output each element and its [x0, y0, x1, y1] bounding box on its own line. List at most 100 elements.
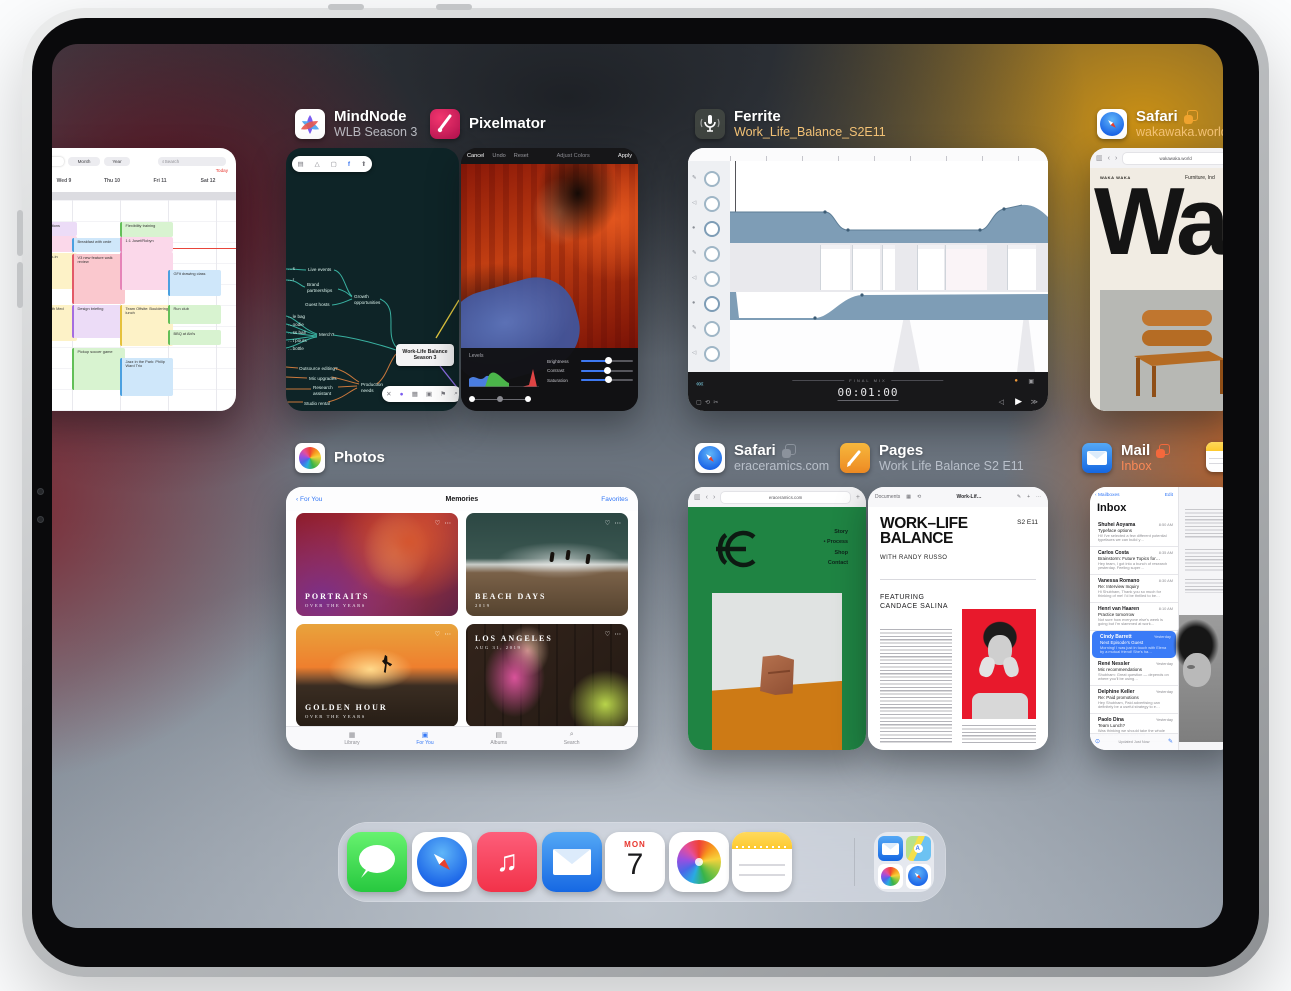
safari-icon [1097, 109, 1127, 139]
calendar-event: GFit drawing class [168, 270, 221, 296]
monitor-icon: ▣ [1028, 378, 1034, 385]
dock-music-icon[interactable]: ♫ [477, 832, 537, 892]
era-page: Story• ProcessShopContact [688, 507, 866, 750]
label-ferrite[interactable]: Ferrite Work_Life_Balance_S2E11 [695, 108, 886, 140]
message-preview: Hi Shubham, Thank you so much for thinki… [1098, 590, 1173, 600]
dock-photos-icon[interactable] [669, 832, 729, 892]
timecode: 00:01:00 [838, 386, 899, 401]
pages-toolbar: Documents ▦⟲ Work-Lif… ✎+⋯ [868, 487, 1048, 508]
calendar-today-button: Today [216, 168, 228, 173]
grid-icon: ▤ [298, 160, 304, 168]
body-text-col2 [962, 725, 1036, 743]
calendar-day-header: Fri 11 [136, 178, 184, 191]
record-icon: ● [1014, 378, 1018, 384]
mail-list-item: Carlos Costa8:35 AMBrainstorm: Future To… [1090, 547, 1178, 575]
window-safari-waka[interactable]: ▥ ‹ › wakawaka.world WAKA WAKA Furniture… [1090, 148, 1223, 411]
cancel-button: Cancel [467, 153, 484, 159]
multi-window-badge-icon [1184, 110, 1198, 124]
message-preview: Hi! I've selected a few different potent… [1098, 534, 1173, 544]
notes-icon-partial[interactable] [1206, 442, 1223, 472]
sensor-dot-icon [37, 516, 44, 523]
label-pixelmator[interactable]: Pixelmator [430, 108, 546, 140]
memories-grid: ♡⋯PORTRAITSOVER THE YEARS♡⋯BEACH DAYS201… [296, 513, 628, 727]
label-mail[interactable]: Mail Inbox [1082, 442, 1170, 474]
app-subtitle: wakawaka.world [1136, 125, 1223, 139]
window-ferrite[interactable]: ✎◁●✎◁●✎◁ [688, 148, 1048, 411]
node-color-icon: ● [400, 391, 404, 398]
mindmap-nodes: …s…rLive eventsBrand partnershipsGuest h… [286, 148, 459, 411]
card-caption: GOLDEN HOUROVER THE YEARS [305, 703, 388, 719]
mail-list-item: Vanessa Romano8:30 AMRe: Interview Inqui… [1090, 575, 1178, 603]
audio-clip [917, 245, 944, 290]
play-icon: ▶ [1015, 396, 1022, 407]
mindmap-node: …oodie [288, 322, 304, 328]
memory-card: ♡⋯BEACH DAYS2019 [466, 513, 628, 616]
calendar-event: Run club [168, 305, 221, 324]
memory-subtitle: AUG 31, 2019 [475, 645, 553, 650]
calendar-view-week [52, 157, 64, 166]
window-mindnode[interactable]: …s…rLive eventsBrand partnershipsGuest h… [286, 148, 459, 411]
more-icon: ⋯ [1036, 494, 1041, 500]
dock-safari-icon[interactable] [412, 832, 472, 892]
calendar-search-field: ⌕ Search [158, 157, 226, 166]
window-calendar[interactable]: Month Year ⌕ Search Today Wed 9Thu 10Fri… [52, 148, 236, 411]
back-icon: ‹ [706, 494, 708, 501]
photos-tab-for-you: ▣For You [416, 731, 433, 746]
dock-calendar-icon[interactable]: MON 7 [605, 832, 665, 892]
file-tools-icons: ▢ ⟲ ✂ [696, 399, 718, 406]
mindmap-node: Live events [308, 267, 331, 273]
dock-notes-icon[interactable] [732, 832, 792, 892]
share-icon: △ [315, 160, 320, 168]
add-tab-icon: + [856, 494, 860, 501]
adjust-panel: Levels [461, 348, 638, 411]
dock: ♫ MON 7 [338, 822, 946, 902]
calendar-event: 1:1 Josef/Robyn [120, 237, 173, 252]
url-field: wakawaka.world [1122, 152, 1223, 165]
label-mindnode[interactable]: MindNode WLB Season 3 [295, 108, 417, 140]
memory-subtitle: 2019 [475, 603, 547, 608]
mail-status-bar: ⊙ Updated Just Now ✎ [1090, 733, 1178, 750]
mini-safari-icon [906, 864, 931, 889]
window-safari-era[interactable]: ▥ ‹ › eraceramics.com + Story• ProcessSh… [688, 487, 866, 750]
audio-clip [1007, 245, 1036, 290]
back-icon: ‹ [1108, 155, 1110, 162]
audio-clip [820, 245, 850, 290]
undo-button: Undo [492, 153, 505, 159]
label-safari-waka[interactable]: Safari wakawaka.world [1097, 108, 1223, 140]
mailbox-title: Inbox [1097, 502, 1126, 514]
timeline-area [730, 161, 1048, 372]
edit-button: Edit [1165, 493, 1173, 498]
calendar-event: Design briefing [72, 305, 125, 338]
app-name: Mail [1121, 442, 1150, 459]
mindmap-node: …ss ball [288, 330, 306, 336]
view-icon: ▦ [906, 494, 911, 500]
photos-icon [295, 443, 325, 473]
label-phot os[interactable]: Photos [295, 442, 385, 474]
calendar-grid: …n presentations…meet check-in…booking w… [52, 200, 236, 411]
slider-value: 1% [637, 378, 638, 383]
calendar-event: BBQ at Abi's [168, 330, 221, 345]
window-pages[interactable]: Documents ▦⟲ Work-Lif… ✎+⋯ WORK–LIFE BAL… [868, 487, 1048, 750]
slider-knob [605, 357, 612, 364]
export-icon: ⬆ [361, 160, 366, 168]
nav-item: Contact [824, 558, 848, 568]
message-time: Yesterday [1154, 634, 1171, 639]
guest-photo [962, 609, 1036, 719]
window-photos[interactable]: ‹ For You Memories Favorites ♡⋯PORTRAITS… [286, 487, 638, 750]
window-mail[interactable]: ‹ Mailboxes Edit Inbox Shuhei Aoyama8:50… [1090, 487, 1223, 750]
multi-window-badge-icon [1156, 444, 1170, 458]
dock-mail-icon[interactable] [542, 832, 602, 892]
label-pages[interactable]: Pages Work Life Balance S2 E11 [840, 442, 1024, 474]
memory-title: LOS ANGELES [475, 634, 553, 643]
window-pixelmator[interactable]: Cancel Undo Reset Adjust Colors Apply Le… [461, 148, 638, 411]
app-subtitle: Inbox [1121, 459, 1170, 473]
calendar-daynum: 7 [605, 849, 665, 881]
mindmap-node: Guest hosts [305, 302, 330, 308]
dock-messages-icon[interactable] [347, 832, 407, 892]
message-preview: Hey Shubham, Paid advertising can defini… [1098, 701, 1173, 711]
favorite-icon: ♡ [605, 630, 611, 638]
tab-icon: ▣ [422, 731, 429, 739]
dock-recent-apps-cluster[interactable]: A [874, 832, 934, 892]
slider-track [581, 370, 633, 372]
label-safari-era[interactable]: Safari eraceramics.com [695, 442, 829, 474]
